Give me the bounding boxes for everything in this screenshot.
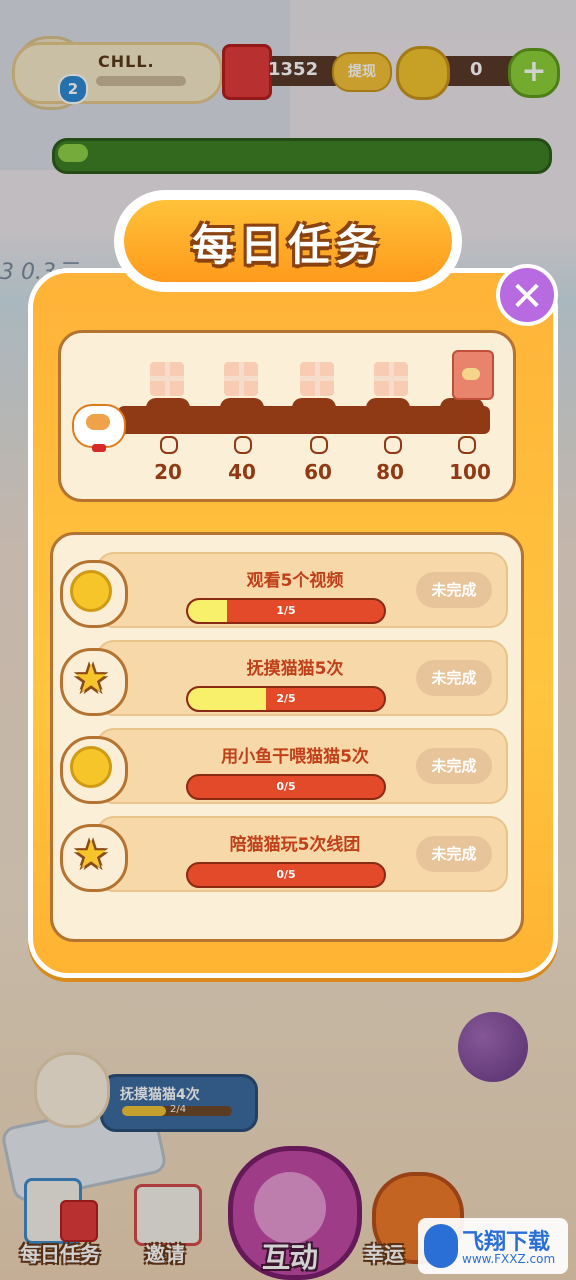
star-icon: ★ (73, 832, 109, 878)
task-progress-text: 2/5 (276, 692, 296, 705)
milestone-bump (146, 398, 190, 416)
milestone-label: 20 (154, 460, 182, 484)
gift-icon[interactable] (300, 362, 334, 396)
coin-icon (70, 570, 112, 612)
task-status-button[interactable]: 未完成 (416, 572, 492, 608)
task-progress-bar: 0/5 (186, 774, 386, 800)
milestone-bump (220, 398, 264, 416)
task-row: 用小鱼干喂猫猫5次 0/5 未完成 (60, 718, 508, 804)
task-progress-text: 0/5 (276, 780, 296, 793)
task-status-button[interactable]: 未完成 (416, 836, 492, 872)
gift-icon[interactable] (374, 362, 408, 396)
task-row: ★ 陪猫猫玩5次线团 0/5 未完成 (60, 806, 508, 892)
star-icon: ★ (73, 656, 109, 702)
bow-knot-icon (458, 436, 476, 454)
bow-knot-icon (234, 436, 252, 454)
cat-face-icon (86, 414, 110, 430)
bow-knot-icon (384, 436, 402, 454)
watermark-logo-icon (424, 1224, 458, 1268)
task-progress-text: 1/5 (276, 604, 296, 617)
milestone-bump (440, 398, 484, 416)
milestone-label: 100 (449, 460, 491, 484)
redpack-coin-icon (462, 368, 480, 380)
coin-icon (70, 746, 112, 788)
task-title: 抚摸猫猫5次 (246, 659, 344, 679)
modal-title: 每日任务 (191, 221, 384, 270)
task-progress-text: 0/5 (276, 868, 296, 881)
bow-knot-icon (160, 436, 178, 454)
task-title: 用小鱼干喂猫猫5次 (221, 747, 369, 767)
milestone-bump (292, 398, 336, 416)
milestone-bump (366, 398, 410, 416)
gift-icon[interactable] (150, 362, 184, 396)
bow-knot-icon (310, 436, 328, 454)
milestone-label: 80 (376, 460, 404, 484)
task-status-button[interactable]: 未完成 (416, 748, 492, 784)
task-row: 观看5个视频 1/5 未完成 (60, 542, 508, 628)
task-progress-bar: 2/5 (186, 686, 386, 712)
task-progress-bar: 1/5 (186, 598, 386, 624)
task-title: 观看5个视频 (246, 571, 344, 591)
watermark-url: www.FXXZ.com (462, 1252, 556, 1266)
cat-bow-icon (92, 444, 106, 452)
close-button[interactable]: ✕ (496, 264, 558, 326)
task-row: ★ 抚摸猫猫5次 2/5 未完成 (60, 630, 508, 716)
task-progress-bar: 0/5 (186, 862, 386, 888)
task-status-button[interactable]: 未完成 (416, 660, 492, 696)
gift-icon[interactable] (224, 362, 258, 396)
milestone-label: 40 (228, 460, 256, 484)
task-title: 陪猫猫玩5次线团 (229, 835, 361, 855)
milestone-label: 60 (304, 460, 332, 484)
